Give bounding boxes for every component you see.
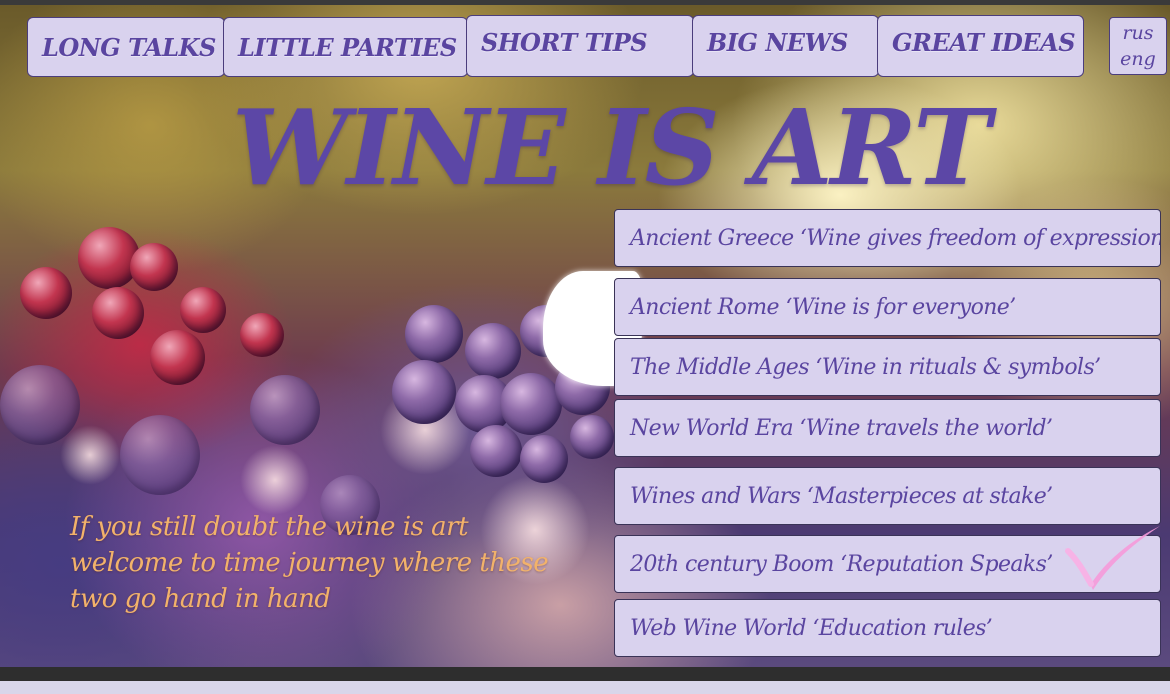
grape-blurred	[250, 375, 320, 445]
nav-tab-long-talks[interactable]: LONG TALKS	[27, 17, 225, 77]
nav-tab-little-parties[interactable]: LITTLE PARTIES	[223, 17, 468, 77]
language-rus-link[interactable]: rus	[1122, 20, 1153, 46]
nav-tab-great-ideas[interactable]: GREAT IDEAS	[877, 15, 1084, 77]
grape-purple	[465, 323, 521, 379]
tagline-line: If you still doubt the wine is art	[70, 512, 469, 542]
nav-tab-big-news[interactable]: BIG NEWS	[692, 15, 879, 77]
language-switcher: rus eng	[1109, 17, 1167, 75]
tagline-line: two go hand in hand	[70, 584, 331, 614]
checkmark-icon	[1065, 526, 1160, 590]
era-item-middle-ages[interactable]: The Middle Ages ‘Wine in rituals & symbo…	[614, 338, 1161, 396]
grape-red	[180, 287, 226, 333]
grape-purple	[392, 360, 456, 424]
language-eng-link[interactable]: eng	[1120, 46, 1156, 72]
bokeh-light	[240, 445, 310, 515]
nav-tab-short-tips[interactable]: SHORT TIPS	[466, 15, 694, 77]
era-item-ancient-greece[interactable]: Ancient Greece ‘Wine gives freedom of ex…	[614, 209, 1161, 267]
grape-red	[130, 243, 178, 291]
era-item-web-wine-world[interactable]: Web Wine World ‘Education rules’	[614, 599, 1161, 657]
grape-red	[20, 267, 72, 319]
grape-blurred	[120, 415, 200, 495]
era-item-new-world-era[interactable]: New World Era ‘Wine travels the world’	[614, 399, 1161, 457]
bokeh-light	[60, 425, 120, 485]
grape-purple	[470, 425, 522, 477]
era-item-wines-and-wars[interactable]: Wines and Wars ‘Masterpieces at stake’	[614, 467, 1161, 525]
grape-purple	[570, 415, 614, 459]
bottom-bar	[0, 667, 1170, 694]
grape-red	[150, 330, 205, 385]
bottom-panel	[0, 681, 1170, 694]
tagline-line: welcome to time journey where these	[70, 548, 549, 578]
grape-purple	[520, 435, 568, 483]
tagline: If you still doubt the wine is art welco…	[70, 509, 549, 617]
grape-purple	[500, 373, 562, 435]
grape-red	[92, 287, 144, 339]
era-item-ancient-rome[interactable]: Ancient Rome ‘Wine is for everyone’	[614, 278, 1161, 336]
grape-purple	[405, 305, 463, 363]
page-title: WINE IS ART	[232, 86, 991, 209]
grape-red	[240, 313, 284, 357]
grape-blurred	[0, 365, 80, 445]
